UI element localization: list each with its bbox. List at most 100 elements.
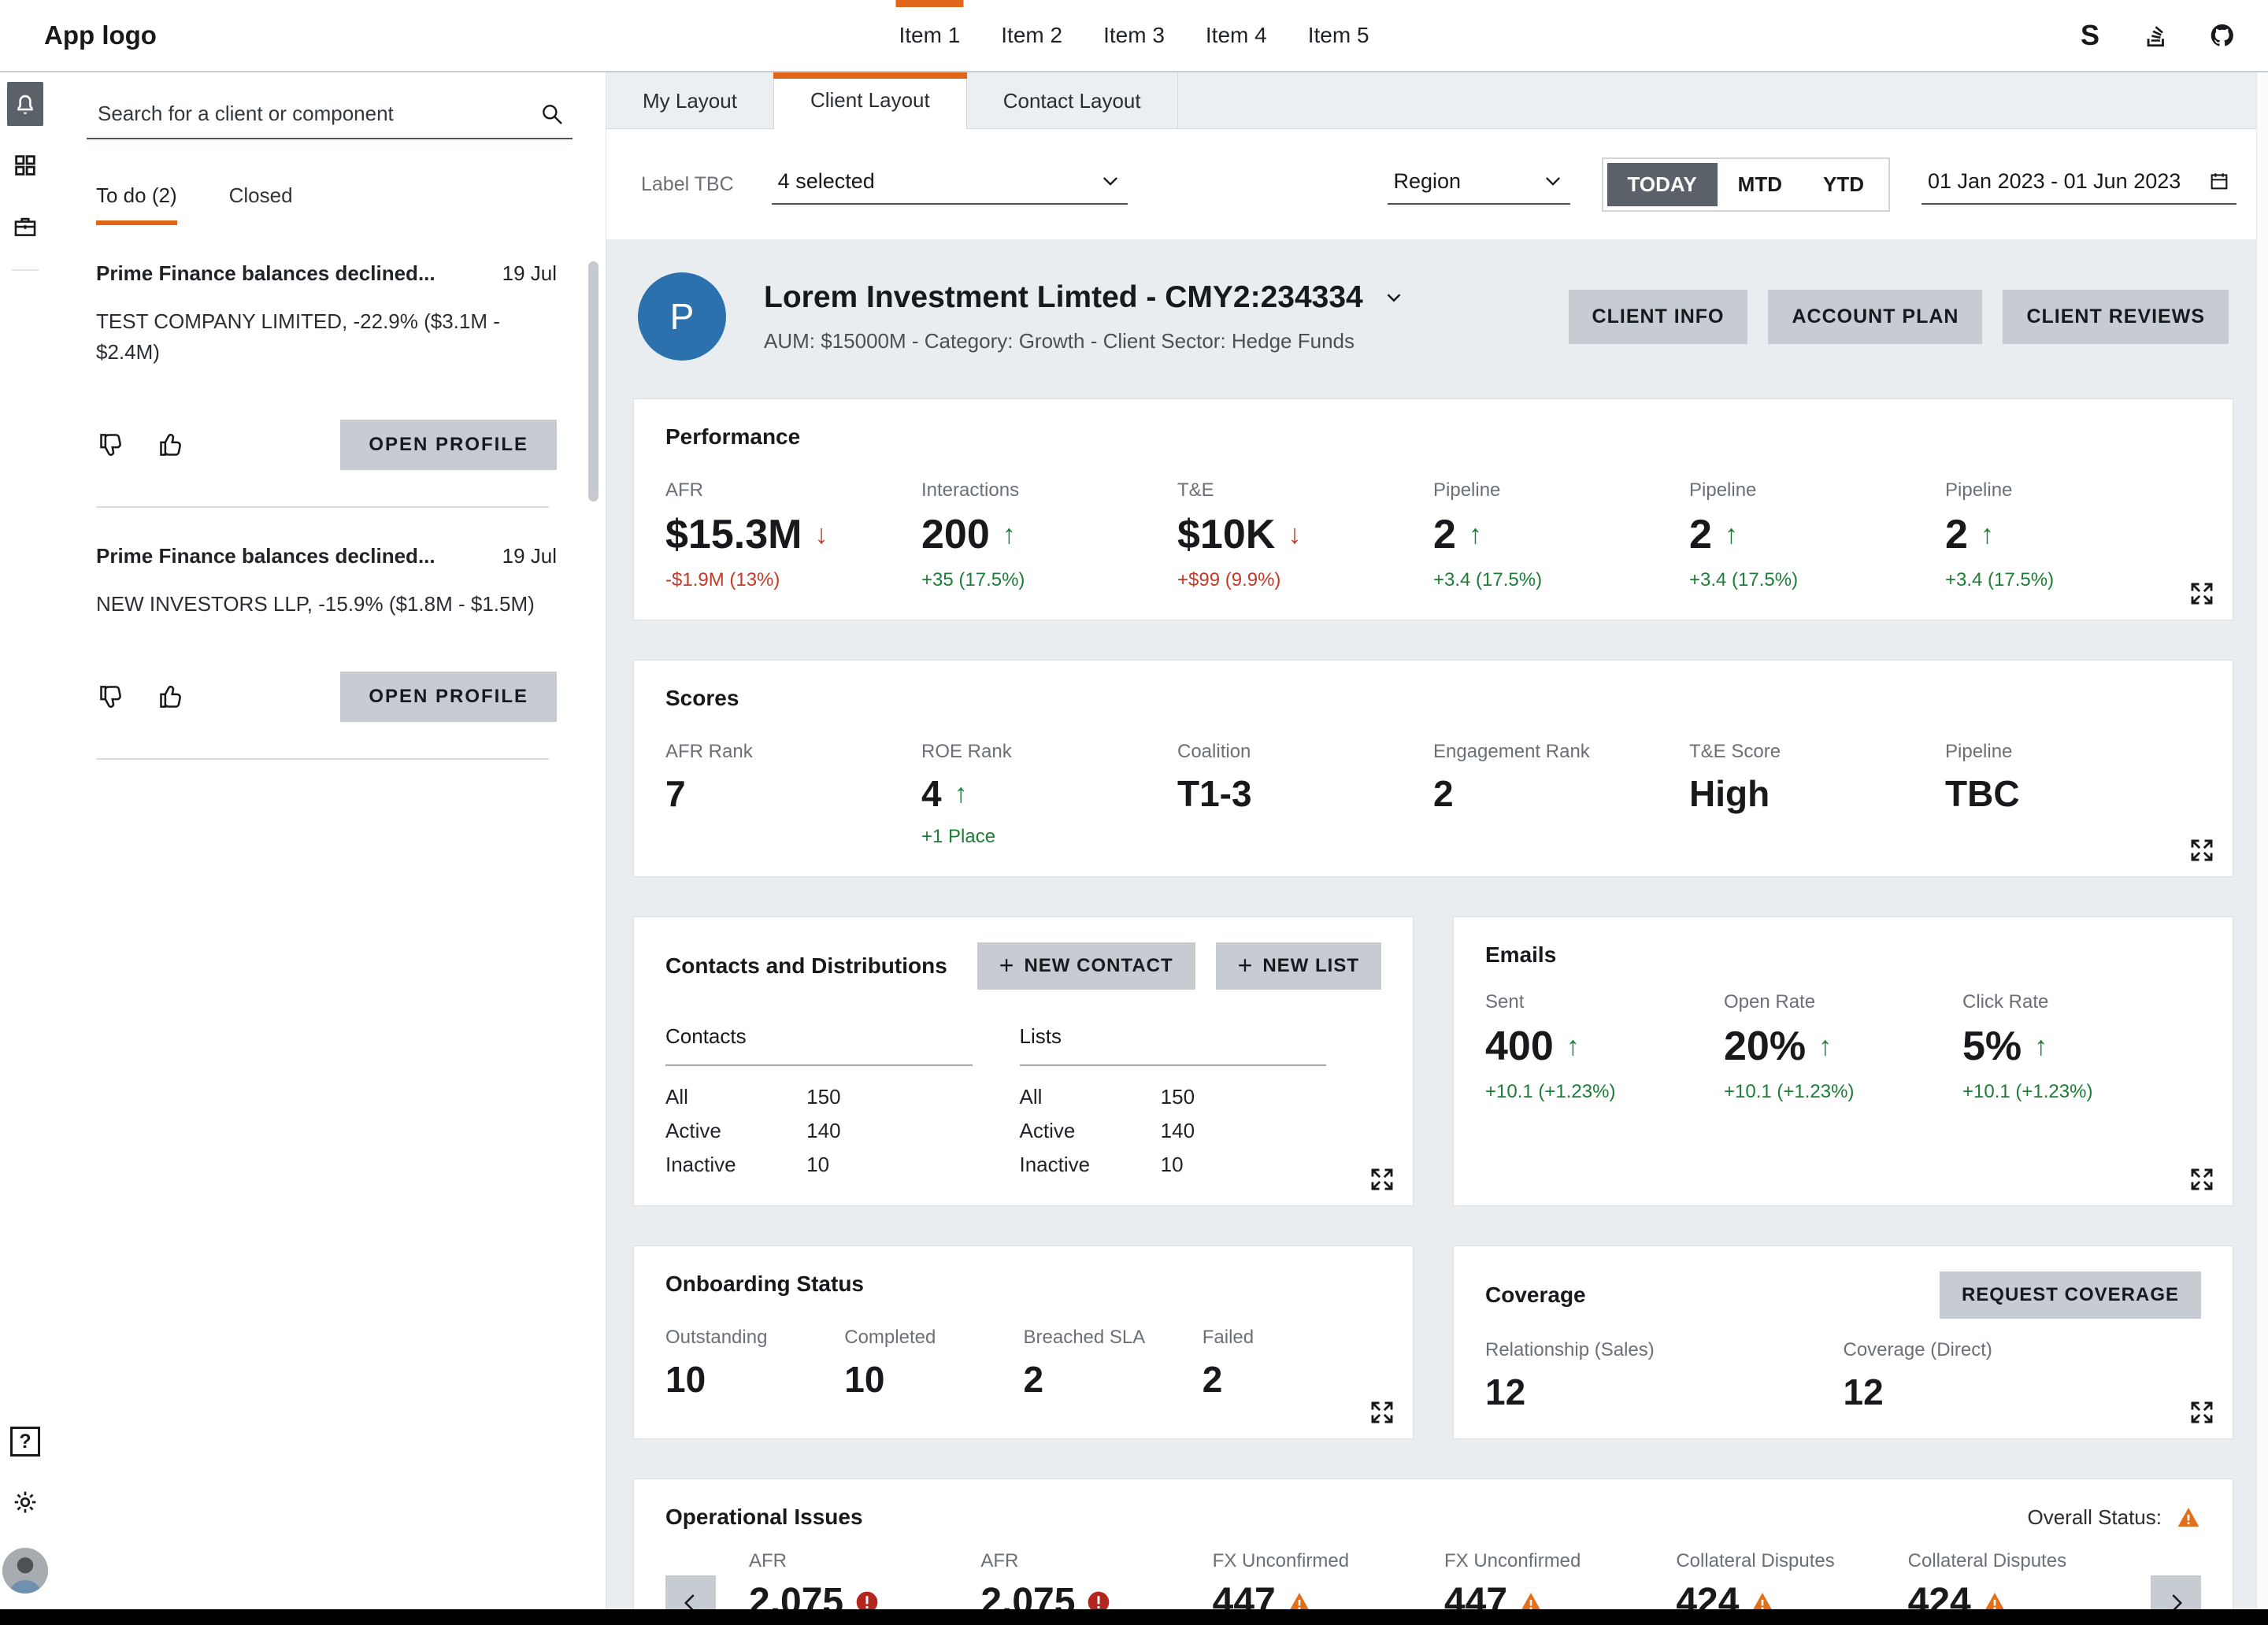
card-title: Emails [1485,942,2201,968]
metric-relationship-sales: Relationship (Sales) 12 [1485,1339,1844,1410]
period-today[interactable]: TODAY [1607,163,1718,206]
client-title[interactable]: Lorem Investment Limted - CMY2:234334 [764,280,1406,315]
open-profile-button[interactable]: OPEN PROFILE [340,420,557,470]
table-row: Inactive10 [1020,1153,1327,1177]
client-name: Lorem Investment Limted - CMY2:234334 [764,280,1363,315]
notification-title: Prime Finance balances declined... [96,261,502,286]
notification-body: NEW INVESTORS LLP, -15.9% ($1.8M - $1.5M… [96,589,557,620]
warning-triangle-icon [1287,1590,1312,1609]
apps-grid-icon[interactable] [7,143,43,187]
metric-click-rate: Click Rate 5%↑ +10.1 (+1.23%) [1962,991,2201,1103]
expand-icon[interactable] [2188,837,2215,864]
settings-gear-icon[interactable] [7,1480,43,1524]
metric-engagement-rank: Engagement Rank 2 [1433,741,1689,848]
up-arrow-icon: ↑ [1725,521,1738,548]
tab-todo[interactable]: To do (2) [96,183,177,225]
calendar-icon [2208,170,2230,192]
github-icon[interactable] [2208,21,2236,50]
chevron-left-icon [679,1591,702,1609]
up-arrow-icon: ↑ [1981,521,1994,548]
expand-icon[interactable] [1369,1166,1395,1193]
region-value: Region [1394,169,1462,194]
region-dropdown[interactable]: Region [1388,165,1570,205]
metric-open-rate: Open Rate 20%↑ +10.1 (+1.23%) [1724,991,1962,1103]
client-info-button[interactable]: CLIENT INFO [1569,290,1748,344]
nav-item-2[interactable]: Item 2 [1001,0,1062,71]
client-subtitle: AUM: $15000M - Category: Growth - Client… [764,329,1406,354]
help-icon[interactable]: ? [10,1427,40,1457]
expand-icon[interactable] [1369,1399,1395,1426]
dashboard-content: P Lorem Investment Limted - CMY2:234334 … [606,239,2268,1609]
card-title: Coverage [1485,1283,1586,1308]
tab-closed[interactable]: Closed [229,183,293,225]
metric-fx-unconfirmed: FX Unconfirmed 447 +10.1 (+1.23%) [1213,1550,1444,1609]
panel-scrollbar-thumb[interactable] [588,261,598,502]
notifications-bell-icon[interactable] [7,82,43,126]
user-avatar[interactable] [2,1548,48,1594]
tab-contact-layout[interactable]: Contact Layout [967,72,1178,129]
multiselect-value: 4 selected [778,169,875,194]
icon-rail: ? [0,72,50,1609]
expand-icon[interactable] [2188,1166,2215,1193]
account-plan-button[interactable]: ACCOUNT PLAN [1768,290,1982,344]
client-reviews-button[interactable]: CLIENT REVIEWS [2003,290,2229,344]
metric-afr: AFR $15.3M↓ -$1.9M (13%) [665,479,921,591]
metric-te-score: T&E Score High [1689,741,1945,848]
tab-client-layout[interactable]: Client Layout [774,72,967,129]
layout-tabs: My Layout Client Layout Contact Layout [606,72,2268,129]
thumbs-up-icon[interactable] [156,682,186,712]
onboarding-card: Onboarding Status Outstanding 10 Complet… [633,1246,1414,1439]
client-actions: CLIENT INFO ACCOUNT PLAN CLIENT REVIEWS [1569,290,2229,344]
expand-icon[interactable] [2188,1399,2215,1426]
nav-item-4[interactable]: Item 4 [1206,0,1267,71]
period-segmented-control: TODAY MTD YTD [1602,157,1890,212]
metric-pipeline: Pipeline 2↑ +3.4 (17.5%) [1945,479,2201,591]
thumbs-down-icon[interactable] [96,430,126,460]
date-range-picker[interactable]: 01 Jan 2023 - 01 Jun 2023 [1922,165,2236,205]
nav-item-3[interactable]: Item 3 [1103,0,1165,71]
scores-card: Scores AFR Rank 7 ROE Rank 4↑ +1 Place C [633,660,2233,877]
period-mtd[interactable]: MTD [1718,163,1803,206]
search-input[interactable] [96,101,539,127]
notification-date: 19 Jul [502,261,557,286]
metric-interactions: Interactions 200↑ +35 (17.5%) [921,479,1177,591]
multiselect-dropdown[interactable]: 4 selected [772,165,1128,205]
error-badge-icon [854,1590,880,1609]
up-arrow-icon: ↑ [1469,521,1482,548]
table-row: Active140 [1020,1119,1327,1143]
warning-triangle-icon [1982,1590,2007,1609]
card-title: Scores [665,686,2201,711]
bottom-black-bar [0,1609,2268,1625]
period-ytd[interactable]: YTD [1803,163,1884,206]
new-list-button[interactable]: +NEW LIST [1216,942,1381,990]
metric-pipeline: Pipeline 2↑ +3.4 (17.5%) [1433,479,1689,591]
thumbs-down-icon[interactable] [96,682,126,712]
nav-item-1[interactable]: Item 1 [899,0,960,71]
briefcase-icon[interactable] [7,205,43,249]
carousel-left-button[interactable] [665,1575,716,1609]
notification-body: TEST COMPANY LIMITED, -22.9% ($3.1M - $2… [96,306,557,368]
metric-coalition: Coalition T1-3 [1177,741,1433,848]
nav-item-5[interactable]: Item 5 [1308,0,1369,71]
metric-roe-rank: ROE Rank 4↑ +1 Place [921,741,1177,848]
tab-my-layout[interactable]: My Layout [606,72,774,129]
todo-tabs: To do (2) Closed [87,183,584,225]
chevron-down-icon [1542,170,1564,192]
client-avatar: P [638,272,726,361]
expand-icon[interactable] [2188,580,2215,607]
main-scrollbar-track[interactable] [2256,72,2268,1609]
up-arrow-icon: ↑ [1818,1033,1832,1060]
new-contact-button[interactable]: +NEW CONTACT [977,942,1195,990]
search-icon[interactable] [539,102,565,127]
left-panel: To do (2) Closed Prime Finance balances … [50,72,606,1609]
request-coverage-button[interactable]: REQUEST COVERAGE [1940,1271,2201,1319]
carousel-right-button[interactable] [2151,1575,2201,1609]
notification-divider [96,758,549,760]
main-area: My Layout Client Layout Contact Layout L… [606,72,2268,1609]
thumbs-up-icon[interactable] [156,430,186,460]
coverage-card: Coverage REQUEST COVERAGE Relationship (… [1453,1246,2233,1439]
s-brand-icon[interactable]: S [2076,21,2104,50]
open-profile-button[interactable]: OPEN PROFILE [340,672,557,722]
stackoverflow-icon[interactable] [2142,21,2170,50]
card-title: Performance [665,424,2201,450]
